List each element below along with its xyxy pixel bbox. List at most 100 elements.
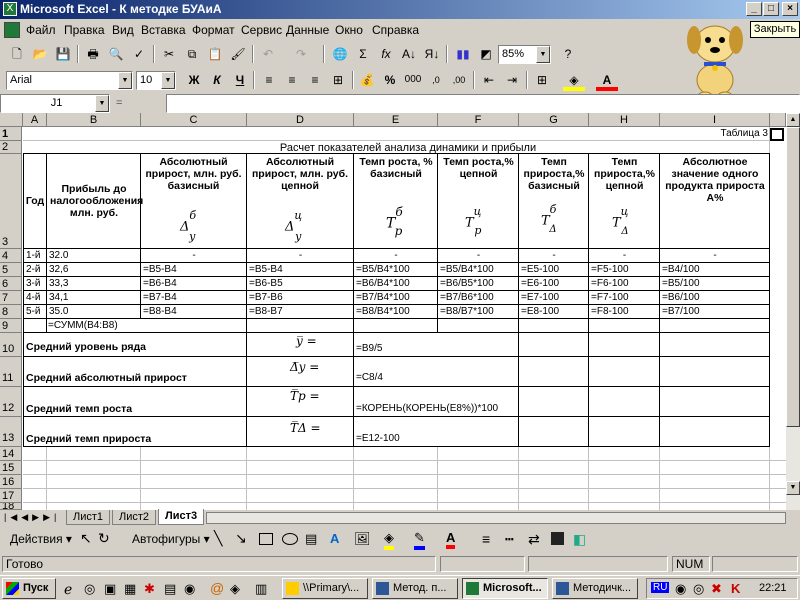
borders-icon[interactable]: ⊞ [531, 69, 553, 91]
table-cell[interactable]: =B6/100 [662, 292, 768, 304]
table-cell[interactable]: =F8-100 [591, 306, 658, 318]
rectangle-icon[interactable] [259, 533, 273, 545]
table-cell[interactable]: 35.0 [49, 306, 139, 318]
wordart-icon[interactable]: A [330, 531, 339, 546]
outlook-icon[interactable]: ◎ [84, 581, 95, 597]
select-pointer-icon[interactable]: ↖ [80, 530, 92, 547]
save-icon[interactable]: 💾 [52, 43, 74, 65]
workbook-icon[interactable] [4, 22, 20, 38]
table-cell[interactable]: =B8-B4 [143, 306, 245, 318]
table-cell[interactable]: =E6-100 [521, 278, 587, 290]
desktop-icon[interactable]: ▣ [104, 581, 116, 597]
menu-data[interactable]: Данные [286, 23, 329, 37]
active-cell-j1[interactable] [770, 128, 784, 141]
quicklaunch-icon-7[interactable]: ◉ [184, 581, 195, 597]
drawing-icon[interactable]: ◩ [475, 43, 497, 65]
chart-wizard-icon[interactable]: ▮▮ [452, 43, 474, 65]
fill-color-draw-icon[interactable]: ◈ [384, 530, 394, 550]
rotate-icon[interactable]: ↻ [98, 530, 110, 547]
font-combo[interactable]: Arial ▼ [6, 71, 133, 90]
merge-center-icon[interactable]: ⊞ [327, 69, 349, 91]
row-header-1[interactable]: 1 [0, 127, 22, 141]
table-cell[interactable]: - [521, 250, 587, 262]
col-header-c[interactable]: C [141, 113, 247, 127]
tray-icon-4[interactable]: K [731, 581, 740, 596]
select-all-corner[interactable] [0, 113, 23, 127]
task-word-2[interactable]: Методичк... [552, 578, 638, 599]
row-header-13[interactable]: 13 [0, 417, 22, 447]
task-explorer[interactable]: \\Primary\... [282, 578, 368, 599]
scroll-thumb[interactable] [786, 127, 800, 427]
scroll-down-icon[interactable]: ▼ [786, 481, 800, 495]
tray-icon-2[interactable]: ◎ [693, 581, 704, 597]
col-header-f[interactable]: F [438, 113, 519, 127]
summary-value-3[interactable]: =КОРЕНЬ(КОРЕНЬ(E8%))*100 [356, 403, 498, 415]
col-header-d[interactable]: D [247, 113, 354, 127]
summary-value-4[interactable]: =E12-100 [356, 433, 400, 445]
table-cell[interactable]: 32,6 [49, 264, 139, 276]
office-assistant-dog[interactable] [680, 12, 750, 102]
font-color-icon[interactable]: A [596, 69, 618, 91]
table-cell[interactable]: =B6-B5 [249, 278, 352, 290]
task-word-1[interactable]: Метод. п... [372, 578, 458, 599]
row-header-14[interactable]: 14 [0, 447, 22, 461]
col-header-e[interactable]: E [354, 113, 438, 127]
textbox-icon[interactable]: ▤ [305, 531, 317, 547]
chevron-down-icon[interactable]: ▼ [95, 95, 109, 112]
table-cell[interactable]: =B6/B4*100 [356, 278, 436, 290]
table-cell[interactable]: =F7-100 [591, 292, 658, 304]
table-cell[interactable]: - [662, 250, 768, 262]
ie-icon[interactable]: ℯ [64, 581, 72, 598]
start-button[interactable]: Пуск [2, 578, 56, 599]
row-header-6[interactable]: 6 [0, 277, 22, 291]
table-cell[interactable]: =B7/100 [662, 306, 768, 318]
table-cell[interactable]: =B5-B4 [249, 264, 352, 276]
thousands-button[interactable]: 000 [402, 69, 424, 91]
line-color-icon[interactable]: ✎ [414, 530, 425, 550]
table-cell[interactable]: - [356, 250, 436, 262]
col-header-a[interactable]: A [23, 113, 47, 127]
row-header-4[interactable]: 4 [0, 249, 22, 263]
chevron-down-icon[interactable]: ▼ [161, 72, 175, 89]
preview-icon[interactable]: 🔍 [105, 43, 127, 65]
dash-style-icon[interactable]: ┅ [505, 531, 513, 548]
font-size-combo[interactable]: 10 ▼ [136, 71, 176, 90]
row-header-17[interactable]: 17 [0, 489, 22, 503]
oval-icon[interactable] [282, 533, 298, 545]
row-header-9[interactable]: 9 [0, 319, 22, 333]
table-cell[interactable]: 2-й [26, 264, 46, 276]
row-header-18[interactable]: 18 [0, 503, 22, 510]
table-cell[interactable]: =B5/B4*100 [440, 264, 517, 276]
tray-icon-3[interactable]: ✖ [711, 581, 722, 597]
redo-icon[interactable]: ↷ [290, 43, 312, 65]
percent-button[interactable]: % [379, 69, 401, 91]
paste-icon[interactable]: 📋 [204, 43, 226, 65]
table-cell[interactable]: 3-й [26, 278, 46, 290]
horizontal-scrollbar[interactable] [206, 512, 786, 524]
open-icon[interactable]: 📂 [29, 43, 51, 65]
row-header-7[interactable]: 7 [0, 291, 22, 305]
row-header-2[interactable]: 2 [0, 141, 22, 154]
table-cell[interactable]: 34,1 [49, 292, 139, 304]
chevron-down-icon[interactable]: ▼ [536, 46, 550, 63]
quicklaunch-icon-10[interactable]: ▥ [255, 581, 267, 597]
tray-icon-1[interactable]: ◉ [675, 581, 686, 597]
table-cell[interactable]: =B6/B5*100 [440, 278, 517, 290]
menu-insert[interactable]: Вставка [141, 23, 186, 37]
table-cell[interactable]: =B8/B4*100 [356, 306, 436, 318]
sum-formula[interactable]: =СУММ(B4:B8) [48, 320, 118, 332]
menu-format[interactable]: Формат [192, 23, 235, 37]
table-cell[interactable]: =B7-B4 [143, 292, 245, 304]
align-right-icon[interactable]: ≡ [304, 69, 326, 91]
col-header-i[interactable]: I [660, 113, 770, 127]
formula-equals-icon[interactable]: = [116, 94, 166, 112]
row-header-11[interactable]: 11 [0, 357, 22, 387]
chevron-down-icon[interactable]: ▼ [118, 72, 132, 89]
undo-icon[interactable]: ↶ [257, 43, 279, 65]
close-assistant-tooltip[interactable]: Закрыть [750, 21, 800, 38]
close-button[interactable]: × [782, 2, 798, 16]
actions-menu[interactable]: Действия ▾ [10, 532, 72, 546]
row-header-16[interactable]: 16 [0, 475, 22, 489]
row-header-3[interactable]: 3 [0, 154, 22, 249]
clipart-icon[interactable]: 🖼 [354, 531, 371, 547]
